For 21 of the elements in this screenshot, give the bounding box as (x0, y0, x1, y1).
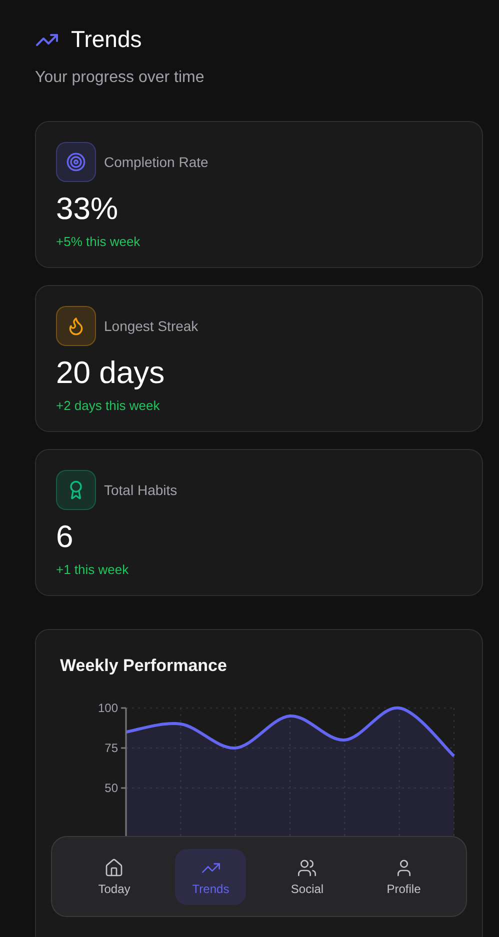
page-subtitle: Your progress over time (35, 69, 206, 87)
stat-value: 6 (56, 520, 74, 554)
chart-title: Weekly Performance (60, 656, 228, 676)
target-icon (66, 152, 86, 172)
stat-value: 33% (56, 192, 120, 226)
nav-tab[interactable]: Social (272, 848, 343, 904)
y-tick-label: 75 (104, 741, 118, 756)
page-title: Trends (71, 26, 142, 53)
stat-change: +2 days this week (56, 398, 161, 414)
stat-label: Completion Rate (104, 154, 208, 170)
nav-tab[interactable]: Today (78, 848, 150, 904)
stat-label: Longest Streak (104, 318, 198, 334)
stat-change: +5% this week (56, 234, 142, 250)
stat-change: +1 this week (56, 562, 130, 578)
y-tick-label: 100 (98, 701, 118, 716)
home-icon (104, 858, 124, 878)
stat-value: 20 days (56, 356, 166, 390)
users-icon (297, 858, 318, 878)
nav-tab[interactable]: Profile (368, 848, 440, 904)
stat-label: Total Habits (104, 482, 178, 498)
y-tick-label: 50 (104, 781, 118, 796)
